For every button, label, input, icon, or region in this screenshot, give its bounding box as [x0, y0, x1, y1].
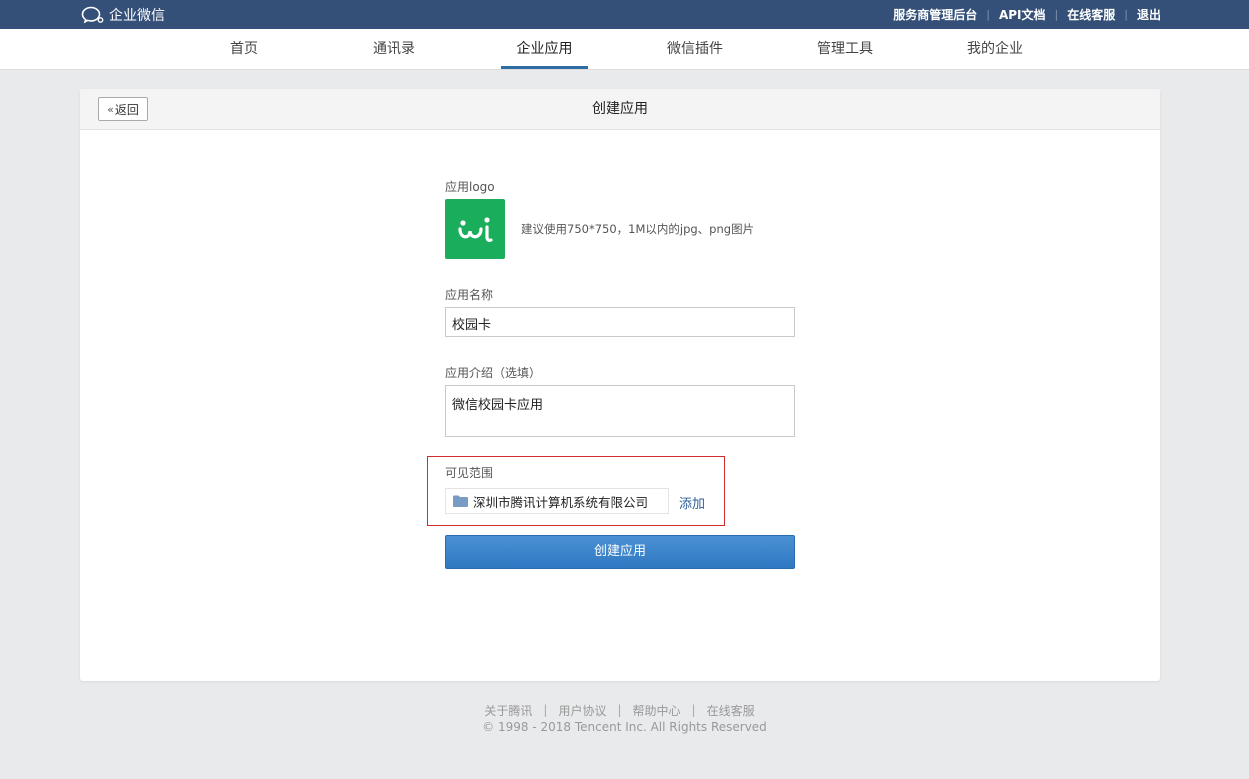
nav-wechat-plugin[interactable]: 微信插件	[660, 29, 730, 69]
scope-department-name: 深圳市腾讯计算机系统有限公司	[473, 494, 649, 510]
separator: |	[543, 703, 548, 717]
back-button[interactable]: « 返回	[98, 97, 148, 121]
name-label: 应用名称	[445, 288, 494, 302]
footer-links: 关于腾讯 | 用户协议 | 帮助中心 | 在线客服	[0, 702, 1249, 718]
intro-label: 应用介绍（选填）	[445, 366, 542, 380]
app-intro-textarea[interactable]: 微信校园卡应用	[445, 385, 795, 437]
main-nav: 首页 通讯录 企业应用 微信插件 管理工具 我的企业	[0, 29, 1249, 70]
app-logo-icon	[458, 217, 493, 242]
footer-support-link[interactable]: 在线客服	[707, 702, 755, 719]
separator: |	[986, 8, 990, 21]
app-logo-upload[interactable]	[445, 199, 505, 259]
footer-help-link[interactable]: 帮助中心	[633, 702, 681, 719]
wework-logo-icon	[81, 6, 104, 23]
separator: |	[1124, 8, 1128, 21]
online-support-link[interactable]: 在线客服	[1067, 6, 1115, 23]
separator: |	[1054, 8, 1059, 21]
logout-link[interactable]: 退出	[1137, 6, 1161, 23]
folder-icon	[453, 495, 468, 507]
footer: 关于腾讯 | 用户协议 | 帮助中心 | 在线客服 © 1998 - 2018 …	[0, 702, 1249, 734]
nav-home[interactable]: 首页	[216, 29, 272, 69]
nav-contacts[interactable]: 通讯录	[366, 29, 422, 69]
nav-my-company[interactable]: 我的企业	[960, 29, 1030, 69]
partner-admin-link[interactable]: 服务商管理后台	[893, 6, 977, 23]
api-docs-link[interactable]: API文档	[999, 6, 1046, 23]
page-title: 创建应用	[592, 101, 648, 117]
back-label: 返回	[114, 102, 139, 117]
panel-header: « 返回 创建应用	[80, 89, 1160, 130]
brand-name: 企业微信	[109, 7, 165, 24]
double-chevron-left-icon: «	[107, 102, 114, 116]
logo-hint: 建议使用750*750，1M以内的jpg、png图片	[521, 222, 755, 236]
create-app-button[interactable]: 创建应用	[445, 535, 795, 569]
top-bar: 企业微信 服务商管理后台 | API文档 | 在线客服 | 退出	[0, 0, 1249, 29]
add-scope-link[interactable]: 添加	[679, 493, 705, 512]
scope-department-tag[interactable]: 深圳市腾讯计算机系统有限公司	[445, 488, 669, 514]
top-links: 服务商管理后台 | API文档 | 在线客服 | 退出	[893, 0, 1161, 29]
separator: |	[691, 703, 696, 717]
footer-about-link[interactable]: 关于腾讯	[484, 702, 532, 719]
create-app-panel: « 返回 创建应用 应用logo 建议使用750*750，1M以内的jpg、pn…	[80, 89, 1160, 681]
nav-manage-tools[interactable]: 管理工具	[810, 29, 880, 69]
separator: |	[617, 703, 622, 717]
brand[interactable]: 企业微信	[81, 4, 165, 25]
nav-apps[interactable]: 企业应用	[501, 29, 588, 69]
app-name-input[interactable]: 校园卡	[445, 307, 795, 337]
scope-label: 可见范围	[445, 466, 494, 480]
copyright: © 1998 - 2018 Tencent Inc. All Rights Re…	[482, 720, 767, 734]
footer-terms-link[interactable]: 用户协议	[558, 702, 606, 719]
logo-label: 应用logo	[445, 180, 495, 194]
